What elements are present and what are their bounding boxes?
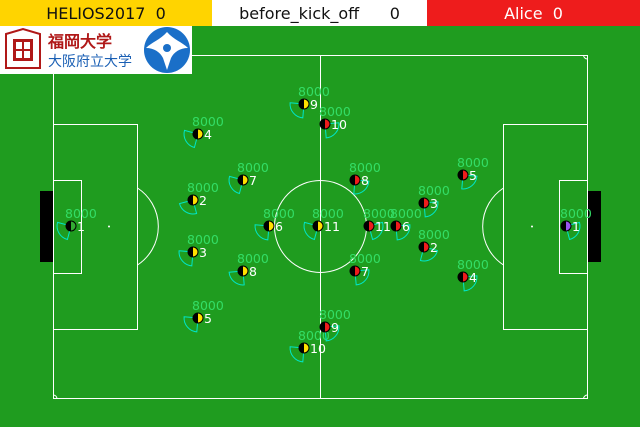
university-logo: 福岡大学 大阪府立大学 <box>0 26 192 74</box>
player-number: 6 <box>402 219 410 234</box>
left-team-score: HELIOS2017 0 <box>0 0 212 26</box>
right-team-score: Alice 0 <box>427 0 640 26</box>
logo-line-2: 大阪府立大学 <box>48 54 132 70</box>
player-number: 1 <box>572 219 580 234</box>
play-mode-display: before_kick_off 0 <box>212 0 427 26</box>
player-number: 11 <box>324 219 340 234</box>
left-team-goals: 0 <box>155 3 166 23</box>
right-team-goals: 0 <box>552 3 563 23</box>
left-team-name: HELIOS2017 <box>46 3 146 23</box>
player-number: 2 <box>430 240 438 255</box>
player-number: 7 <box>249 173 257 188</box>
player-number: 3 <box>430 196 438 211</box>
player-number: 4 <box>204 127 212 142</box>
player-number: 9 <box>310 97 318 112</box>
play-mode: before_kick_off <box>239 3 360 23</box>
player-number: 10 <box>331 117 347 132</box>
player-number: 6 <box>275 219 283 234</box>
player-number: 10 <box>310 341 326 356</box>
game-time: 0 <box>389 3 400 23</box>
left-goal <box>40 191 53 262</box>
player-number: 8 <box>249 264 257 279</box>
player-number: 3 <box>199 245 207 260</box>
player-number: 5 <box>204 311 212 326</box>
scoreboard: HELIOS2017 0 before_kick_off 0 Alice 0 <box>0 0 640 26</box>
logo-line-1: 福岡大学 <box>47 32 112 51</box>
player-number: 4 <box>469 270 477 285</box>
player-number: 11 <box>375 219 391 234</box>
right-team-name: Alice <box>504 3 543 23</box>
right-goal <box>588 191 601 262</box>
player-number: 5 <box>469 168 477 183</box>
player-number: 7 <box>361 264 369 279</box>
player-number: 1 <box>77 219 85 234</box>
seal-icon <box>4 27 42 70</box>
player-number: 8 <box>361 173 369 188</box>
emblem-icon <box>144 27 190 73</box>
player-number: 2 <box>199 193 207 208</box>
player-number: 9 <box>331 320 339 335</box>
